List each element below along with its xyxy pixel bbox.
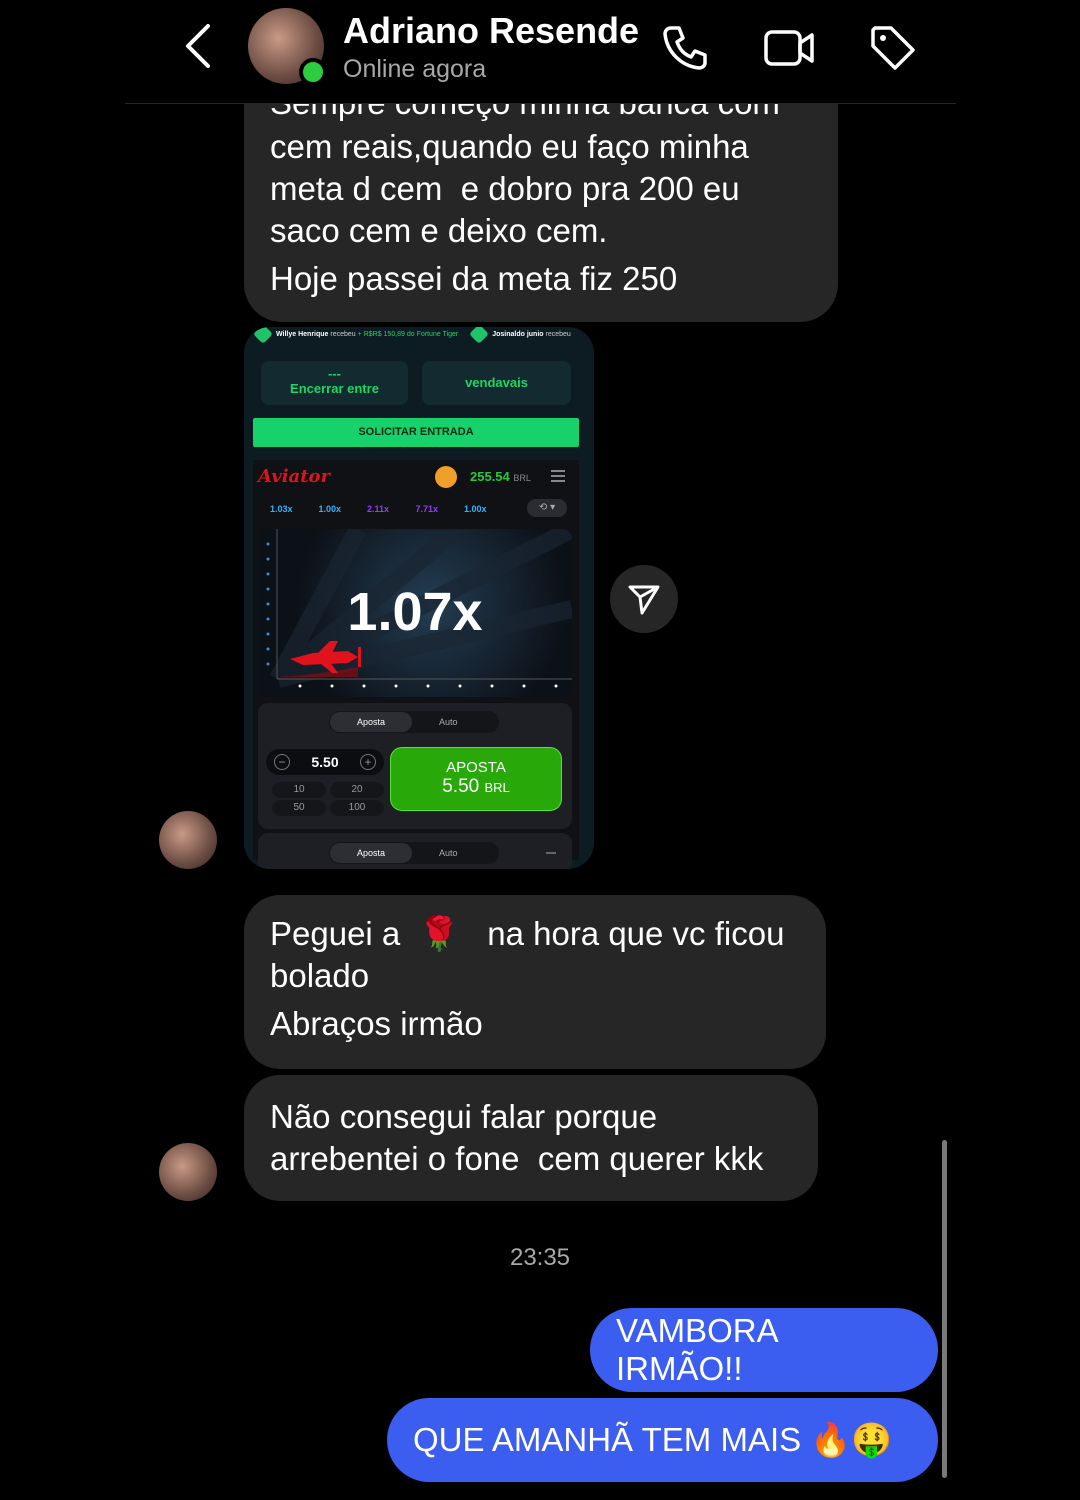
quick-bet-10[interactable]: 10 [272,782,326,798]
message-line: Peguei a 🌹 na hora que vc ficou [270,915,785,952]
message-line: meta d cem e dobro pra 200 eu [270,170,740,207]
quick-bet-50[interactable]: 50 [272,800,326,816]
message-line: Hoje passei da meta fiz 250 [270,260,678,297]
shared-screenshot-image[interactable]: Willye Henrique recebeu + R$R$ 150,89 do… [244,327,594,869]
message-line: saco cem e deixo cem. [270,212,608,249]
multiplier-chip: 1.00x [464,504,487,514]
aviator-game-panel: Aviator 255.54 BRL 1.03x 1.00x 2.11x 7.71x 1… [253,460,579,869]
message-line: bolado [270,957,370,994]
plus-icon[interactable]: + [360,754,376,770]
tab-aposta[interactable]: Aposta [330,712,412,732]
multiplier-chip: 7.71x [415,504,439,514]
bet-mode-tabs[interactable]: Aposta Auto [329,711,499,733]
solicitar-entrada-button[interactable]: SOLICITAR ENTRADA [253,418,579,447]
quick-bet-20[interactable]: 20 [330,782,384,798]
clover-icon [469,327,490,344]
current-multiplier: 1.07x [347,582,483,642]
multiplier-chip: 1.03x [270,504,293,514]
tab-auto[interactable]: Auto [439,711,458,733]
bet-panel: Aposta Auto − 5.50 + 10 20 50 100 APOSTA… [258,703,572,829]
send-icon [628,585,660,615]
sender-avatar[interactable] [159,1143,217,1201]
chat-header: Adriano Resende Online agora [125,0,956,104]
bet-mode-tabs-2[interactable]: Aposta Auto [329,842,499,864]
message-bubble-incoming[interactable]: Não consegui falar porque arrebentei o f… [244,1075,818,1201]
scrollbar[interactable] [942,1140,947,1478]
contact-status: Online agora [343,55,487,83]
message-bubble-incoming[interactable]: Peguei a 🌹 na hora que vc ficou bolado A… [244,895,826,1069]
multiplier-chip: 2.11x [367,504,390,514]
message-line: Não consegui falar porque [270,1098,658,1135]
minimize-icon[interactable] [546,852,556,854]
online-indicator [299,58,327,86]
multiplier-chip: 1.00x [318,504,342,514]
place-bet-button[interactable]: APOSTA 5.50 BRL [390,747,562,811]
tag-icon[interactable] [865,20,921,76]
phone-icon[interactable] [657,20,713,76]
bet-panel-2: Aposta Auto [258,833,572,869]
quick-bet-100[interactable]: 100 [330,800,384,816]
rose-emoji: 🌹 [418,915,460,952]
clover-icon [253,327,273,344]
menu-icon[interactable] [551,470,565,482]
encerrar-button[interactable]: --- Encerrar entre [261,361,408,405]
sender-avatar[interactable] [159,811,217,869]
message-line: arrebentei o fone cem querer kkk [270,1140,764,1177]
message-bubble-outgoing[interactable]: QUE AMANHÃ TEM MAIS 🔥🤑 [387,1398,938,1482]
video-call-icon[interactable] [761,20,817,76]
bet-amount-stepper[interactable]: − 5.50 + [266,749,384,775]
contact-name[interactable]: Adriano Resende [343,10,639,52]
balance: 255.54 BRL [470,469,531,484]
message-line: cem reais,quando eu faço minha [270,128,749,165]
aviator-logo: Aviator [258,466,330,487]
tab-aposta-2[interactable]: Aposta [330,843,412,863]
back-arrow-icon[interactable] [180,22,220,70]
vendavais-button[interactable]: vendavais [422,361,571,405]
history-toggle-icon[interactable]: ⟲ ▾ [527,499,567,517]
game-stage: 1.07x [258,529,572,697]
message-bubble-outgoing[interactable]: VAMBORA IRMÃO!! [590,1308,938,1392]
timestamp: 23:35 [509,1244,571,1271]
message-line: Abraços irmão [270,1005,483,1042]
share-button[interactable] [610,565,678,633]
tab-auto-2[interactable]: Auto [439,842,458,864]
winner-ticker: Willye Henrique recebeu + R$R$ 150,89 do… [244,327,594,345]
coin-icon [435,466,457,488]
